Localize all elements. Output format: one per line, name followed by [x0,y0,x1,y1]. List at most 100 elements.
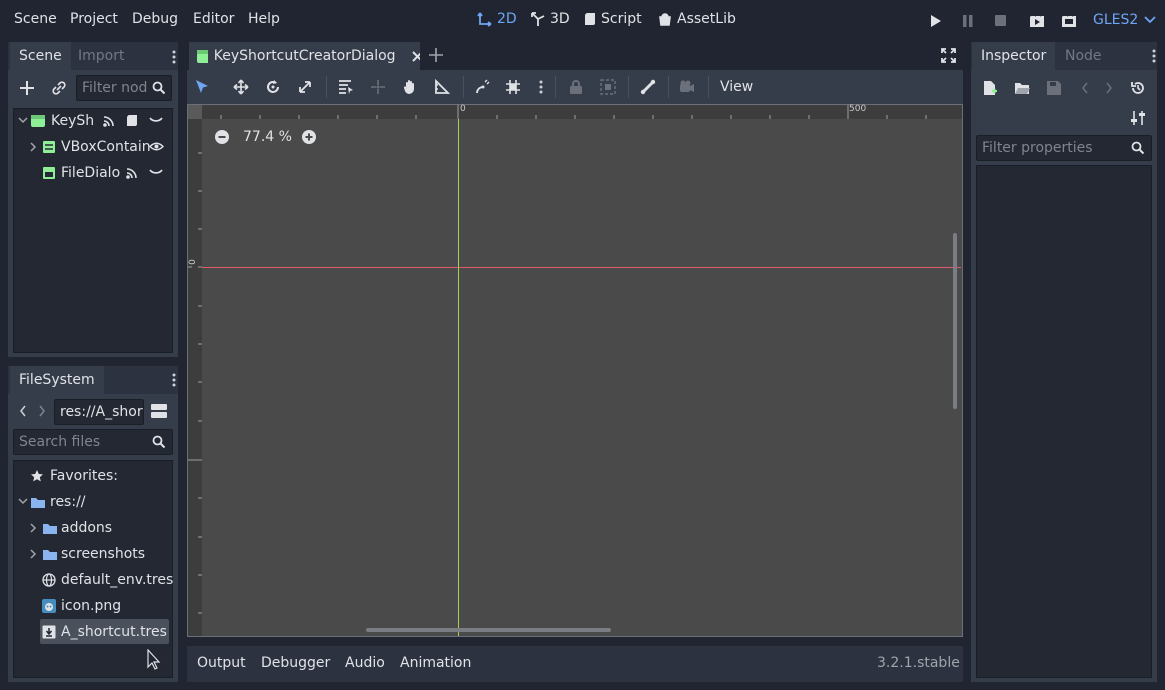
play-custom-scene-icon[interactable] [1061,13,1077,29]
tab-inspector[interactable]: Inspector [972,42,1056,70]
tab-animation[interactable]: Animation [400,655,471,671]
tab-scene[interactable]: Scene [10,42,71,70]
folder-row-screenshots[interactable]: screenshots [30,541,145,567]
ruler-label: 0 [460,104,466,114]
history-back-icon[interactable] [1081,82,1089,94]
zoom-reset-button[interactable]: 77.4 % [243,129,292,145]
add-tab-icon[interactable] [429,48,443,62]
lock-icon[interactable] [568,79,586,97]
pan-tool-icon[interactable] [402,79,420,97]
file-row-icon-png[interactable]: icon.png [42,593,121,619]
dock-menu-icon[interactable] [1152,49,1156,63]
script-attached-icon[interactable] [126,114,138,128]
horizontal-scrollbar[interactable] [366,628,611,632]
tab-output[interactable]: Output [197,655,246,671]
forward-icon[interactable] [38,405,46,417]
resource-file-icon [42,625,56,639]
view-menu[interactable]: View [720,79,753,95]
chevron-right-icon[interactable] [30,549,38,559]
select-tool-icon[interactable] [194,79,212,97]
list-select-icon[interactable] [338,79,356,97]
pivot-tool-icon[interactable] [370,79,388,97]
split-view-icon[interactable] [151,404,167,419]
zoom-out-icon[interactable] [215,130,229,144]
group-icon[interactable] [600,79,618,97]
tab-audio[interactable]: Audio [345,655,385,671]
tab-debugger[interactable]: Debugger [261,655,330,671]
tree-row-root[interactable]: KeySh [18,108,94,134]
favorites-row[interactable]: Favorites: [30,463,118,489]
smart-snap-icon[interactable] [475,79,493,97]
res-root-row[interactable]: res:// [18,489,86,515]
godot-image-icon [42,599,56,613]
grid-snap-icon[interactable] [505,79,523,97]
chevron-down-icon[interactable] [18,117,28,125]
tree-row-filedialog[interactable]: FileDialo [42,160,120,186]
menu-project[interactable]: Project [70,11,118,27]
workspace-2d-button[interactable]: 2D [477,11,517,27]
control-node-icon [31,115,45,127]
workspace-script-button[interactable]: Script [583,11,642,27]
history-icon[interactable] [1130,80,1146,96]
dock-menu-icon[interactable] [172,373,176,387]
workspace-assetlib-button[interactable]: AssetLib [657,11,736,27]
menu-help[interactable]: Help [248,11,280,27]
script-icon [584,13,595,25]
visibility-icon[interactable] [149,169,163,177]
chevron-right-icon[interactable] [30,142,38,152]
renderer-label: GLES2 [1093,12,1139,28]
chevron-right-icon[interactable] [30,523,38,533]
toolbar-separator [628,76,629,98]
file-row-default-env[interactable]: default_env.tres [42,567,173,593]
tree-row-vbox[interactable]: VBoxContain [30,134,151,160]
scene-tab[interactable]: KeyShortcutCreatorDialog [189,42,420,70]
distraction-free-icon[interactable] [941,48,956,63]
tab-filesystem[interactable]: FileSystem [10,366,104,394]
move-tool-icon[interactable] [233,79,251,97]
open-folder-icon[interactable] [1014,80,1030,96]
file-label: default_env.tres [61,572,174,588]
toolbar-separator [668,76,669,98]
vertical-scrollbar[interactable] [953,233,957,409]
chevron-down-icon[interactable] [18,498,28,506]
signal-icon[interactable] [126,167,138,179]
file-row-a-shortcut[interactable]: A_shortcut.tres [42,619,167,645]
history-forward-icon[interactable] [1105,82,1113,94]
signal-icon[interactable] [103,115,115,127]
menu-debug[interactable]: Debug [132,11,178,27]
menu-editor[interactable]: Editor [193,11,234,27]
pause-icon[interactable] [962,14,974,28]
object-properties-icon[interactable] [1130,110,1146,126]
renderer-select[interactable]: GLES2 [1093,12,1156,28]
scale-tool-icon[interactable] [297,79,315,97]
tab-import[interactable]: Import [69,42,133,70]
instance-scene-icon[interactable] [51,80,67,96]
folder-row-addons[interactable]: addons [30,515,112,541]
search-files-input[interactable]: Search files [13,429,173,455]
filter-properties-input[interactable]: Filter properties [976,135,1152,161]
add-node-icon[interactable] [19,80,35,96]
bone-icon[interactable] [640,79,658,97]
play-icon[interactable] [930,14,942,28]
path-input[interactable]: res://A_shor [54,399,144,425]
zoom-in-icon[interactable] [302,130,316,144]
y-axis-line [458,119,459,636]
new-resource-icon[interactable] [982,80,998,96]
camera-override-icon[interactable] [679,79,697,97]
inspector-properties-area [976,165,1152,678]
stop-icon[interactable] [995,15,1007,27]
menu-scene[interactable]: Scene [14,11,57,27]
close-icon[interactable] [411,50,420,62]
visibility-icon[interactable] [149,117,163,125]
ruler-tool-icon[interactable] [434,79,452,97]
eye-icon[interactable] [149,141,164,152]
back-icon[interactable] [19,405,27,417]
play-scene-icon[interactable] [1029,13,1045,29]
tab-node[interactable]: Node [1056,42,1111,70]
rotate-tool-icon[interactable] [265,79,283,97]
dock-menu-icon[interactable] [172,50,176,64]
workspace-3d-button[interactable]: 3D [530,11,570,27]
search-icon [152,435,166,449]
save-icon[interactable] [1046,80,1062,96]
viewport[interactable] [187,104,963,637]
